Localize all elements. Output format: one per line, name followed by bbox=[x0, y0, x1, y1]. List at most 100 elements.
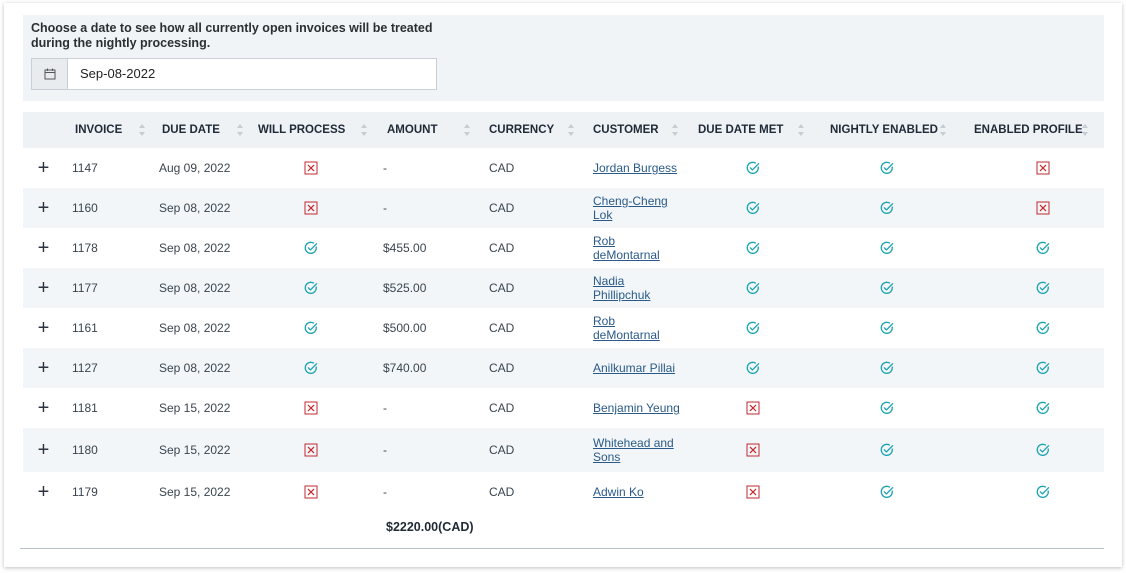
expand-row-button[interactable]: + bbox=[38, 397, 50, 419]
amount-cell: - bbox=[374, 188, 477, 228]
header-label-will-process: WILL PROCESS bbox=[258, 124, 346, 136]
due-date-met-cell bbox=[685, 472, 811, 512]
due-date-met-cell bbox=[685, 148, 811, 188]
amount-cell: - bbox=[374, 428, 477, 472]
due-date-cell: Sep 15, 2022 bbox=[152, 428, 250, 472]
enabled-profile-cell bbox=[953, 148, 1104, 188]
customer-link[interactable]: Rob deMontarnal bbox=[593, 314, 685, 342]
calendar-button[interactable] bbox=[32, 59, 68, 89]
check-icon bbox=[304, 242, 318, 255]
will-process-cell bbox=[250, 188, 374, 228]
invoice-table: INVOICE DUE DATE WILL PROCESS AMOUNT CUR… bbox=[23, 112, 1104, 542]
cross-icon bbox=[304, 401, 318, 415]
cross-icon bbox=[746, 485, 760, 499]
check-icon bbox=[746, 202, 760, 215]
cross-icon bbox=[304, 161, 318, 175]
check-icon bbox=[880, 282, 894, 295]
cross-icon bbox=[746, 401, 760, 415]
expand-row-button[interactable]: + bbox=[38, 481, 50, 503]
customer-link[interactable]: Cheng-Cheng Lok bbox=[593, 194, 685, 222]
sort-icon[interactable] bbox=[797, 122, 805, 138]
sort-icon[interactable] bbox=[939, 122, 947, 138]
enabled-profile-cell bbox=[953, 308, 1104, 348]
amount-cell: $525.00 bbox=[374, 268, 477, 308]
column-header-will-process[interactable]: WILL PROCESS bbox=[250, 112, 374, 148]
check-icon bbox=[746, 242, 760, 255]
sort-icon[interactable] bbox=[138, 122, 146, 138]
column-header-amount[interactable]: AMOUNT bbox=[374, 112, 477, 148]
expand-row-button[interactable]: + bbox=[38, 357, 50, 379]
total-amount: $2220.00(CAD) bbox=[386, 520, 474, 534]
customer-link[interactable]: Whitehead and Sons bbox=[593, 436, 685, 464]
nightly-enabled-cell bbox=[811, 388, 953, 428]
expand-row-button[interactable]: + bbox=[38, 157, 50, 179]
will-process-cell bbox=[250, 228, 374, 268]
sort-icon[interactable] bbox=[671, 122, 679, 138]
enabled-profile-cell bbox=[953, 428, 1104, 472]
will-process-cell bbox=[250, 388, 374, 428]
sort-icon[interactable] bbox=[236, 122, 244, 138]
due-date-met-cell bbox=[685, 388, 811, 428]
column-header-invoice[interactable]: INVOICE bbox=[64, 112, 152, 148]
expand-row-button[interactable]: + bbox=[38, 439, 50, 461]
cross-icon bbox=[304, 201, 318, 215]
due-date-cell: Sep 08, 2022 bbox=[159, 241, 231, 255]
customer-link[interactable]: Anilkumar Pillai bbox=[593, 361, 685, 375]
check-icon bbox=[1036, 402, 1050, 415]
column-header-nightly-enabled[interactable]: NIGHTLY ENABLED bbox=[811, 112, 953, 148]
amount-cell: - bbox=[383, 401, 387, 415]
expand-row-button[interactable]: + bbox=[38, 277, 50, 299]
header-label-currency: CURRENCY bbox=[489, 124, 555, 136]
header-label-customer: CUSTOMER bbox=[593, 124, 659, 136]
sort-icon[interactable] bbox=[360, 122, 368, 138]
expand-row-button[interactable]: + bbox=[38, 317, 50, 339]
header-label-nightly-enabled: NIGHTLY ENABLED bbox=[830, 124, 938, 136]
due-date-met-cell bbox=[685, 348, 811, 388]
invoice-cell: 1179 bbox=[72, 485, 98, 499]
customer-link[interactable]: Jordan Burgess bbox=[593, 161, 685, 175]
sort-icon[interactable] bbox=[1081, 122, 1089, 138]
customer-link[interactable]: Rob deMontarnal bbox=[593, 234, 685, 262]
date-picker-input[interactable]: Sep-08-2022 bbox=[31, 58, 437, 90]
nightly-enabled-cell bbox=[811, 148, 953, 188]
column-header-customer[interactable]: CUSTOMER bbox=[581, 112, 685, 148]
cross-icon bbox=[1036, 161, 1050, 175]
table-row: +1178 Sep 08, 2022 $455.00 CAD Rob deMontarn… bbox=[23, 228, 1104, 268]
sort-icon[interactable] bbox=[463, 122, 471, 138]
expand-row-button[interactable]: + bbox=[38, 197, 50, 219]
table-row: +1160 Sep 08, 2022 - CAD Cheng-Cheng Lok bbox=[23, 188, 1104, 228]
table-row: +1180 Sep 15, 2022 - CAD Whitehead and Sons bbox=[23, 428, 1104, 472]
currency-cell: CAD bbox=[477, 348, 581, 388]
expand-row-button[interactable]: + bbox=[38, 237, 50, 259]
check-icon bbox=[1036, 362, 1050, 375]
amount-cell: - bbox=[383, 485, 387, 499]
check-icon bbox=[746, 282, 760, 295]
customer-link[interactable]: Benjamin Yeung bbox=[593, 401, 685, 415]
customer-link[interactable]: Adwin Ko bbox=[593, 485, 685, 499]
check-icon bbox=[880, 242, 894, 255]
column-header-due-date-met[interactable]: DUE DATE MET bbox=[685, 112, 811, 148]
invoice-cell: 1161 bbox=[72, 321, 98, 335]
column-header-currency[interactable]: CURRENCY bbox=[477, 112, 581, 148]
table-row: +1127 Sep 08, 2022 $740.00 CAD Anilkumar Pil… bbox=[23, 348, 1104, 388]
calendar-icon bbox=[44, 68, 55, 80]
due-date-cell: Sep 08, 2022 bbox=[159, 321, 231, 335]
enabled-profile-cell bbox=[953, 388, 1104, 428]
table-row: +1181 Sep 15, 2022 - CAD Benjamin Yeung bbox=[23, 388, 1104, 428]
check-icon bbox=[1036, 322, 1050, 335]
check-icon bbox=[746, 322, 760, 335]
currency-cell: CAD bbox=[477, 428, 581, 472]
enabled-profile-cell bbox=[953, 228, 1104, 268]
column-header-enabled-profile[interactable]: ENABLED PROFILE bbox=[953, 112, 1104, 148]
invoice-cell: 1127 bbox=[64, 348, 152, 388]
nightly-enabled-cell bbox=[811, 188, 953, 228]
currency-cell: CAD bbox=[489, 321, 515, 335]
table-row: +1161 Sep 08, 2022 $500.00 CAD Rob deMontarn… bbox=[23, 308, 1104, 348]
sort-icon[interactable] bbox=[567, 122, 575, 138]
date-value[interactable]: Sep-08-2022 bbox=[68, 59, 155, 89]
due-date-met-cell bbox=[685, 228, 811, 268]
nightly-enabled-cell bbox=[811, 428, 953, 472]
column-header-due-date[interactable]: DUE DATE bbox=[152, 112, 250, 148]
currency-cell: CAD bbox=[489, 161, 515, 175]
customer-link[interactable]: Nadia Phillipchuk bbox=[593, 274, 685, 302]
